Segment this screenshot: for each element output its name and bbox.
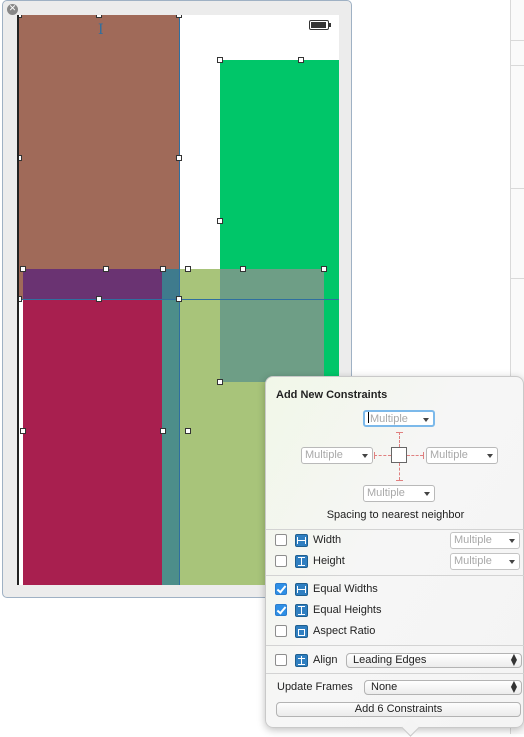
aspect-ratio-row: Aspect Ratio [275, 622, 375, 640]
height-value: Multiple [454, 555, 492, 567]
add-constraints-popover: Add New Constraints Multiple Multiple Mu… [265, 376, 524, 728]
resize-handle[interactable] [20, 428, 26, 434]
left-spacing-value: Multiple [305, 449, 343, 461]
top-spacing-value: Multiple [370, 413, 408, 425]
brown-crimson-overlap [23, 269, 163, 299]
update-frames-label: Update Frames [277, 681, 353, 693]
height-row: Height [275, 552, 345, 570]
equal-heights-label: Equal Heights [313, 604, 382, 616]
height-label: Height [313, 555, 345, 567]
top-spacing-field[interactable]: Multiple [363, 410, 435, 427]
text-caret [368, 412, 369, 423]
triple-overlap [162, 269, 179, 299]
align-value: Leading Edges [353, 654, 427, 666]
chevron-down-icon [509, 539, 515, 543]
brown-view[interactable] [19, 15, 179, 299]
text-cursor-icon: I [98, 22, 104, 38]
height-checkbox[interactable] [275, 555, 287, 567]
resize-handle[interactable] [185, 428, 191, 434]
resize-handle[interactable] [19, 15, 22, 18]
chevron-down-icon [424, 492, 430, 496]
updown-arrows-icon: ▲ ▼ [510, 652, 517, 667]
align-icon [295, 653, 308, 667]
separator [266, 575, 524, 576]
top-spacing-strut[interactable] [399, 432, 400, 447]
width-value-field[interactable]: Multiple [450, 532, 520, 549]
crimson-view[interactable] [23, 269, 163, 585]
resize-handle[interactable] [160, 266, 166, 272]
resize-handle[interactable] [185, 266, 191, 272]
bottom-spacing-field[interactable]: Multiple [363, 485, 435, 502]
left-spacing-strut[interactable] [374, 455, 391, 456]
resize-handle[interactable] [217, 218, 223, 224]
aspect-ratio-label: Aspect Ratio [313, 625, 376, 637]
width-checkbox[interactable] [275, 534, 287, 546]
equal-widths-checkbox[interactable] [275, 583, 287, 595]
chevron-down-icon [423, 418, 429, 422]
separator [266, 645, 524, 646]
resize-handle[interactable] [321, 266, 327, 272]
resize-handle[interactable] [20, 266, 26, 272]
resize-handle[interactable] [298, 57, 304, 63]
equal-heights-checkbox[interactable] [275, 604, 287, 616]
add-constraints-button[interactable]: Add 6 Constraints [276, 702, 521, 717]
crimson-olive-overlap [162, 269, 179, 585]
right-strut-cap [423, 452, 424, 459]
gutter-divider [511, 40, 524, 41]
height-constraint-icon [295, 554, 308, 568]
separator [266, 673, 524, 674]
bottom-spacing-value: Multiple [367, 487, 405, 499]
right-spacing-value: Multiple [430, 449, 468, 461]
resize-handle[interactable] [240, 266, 246, 272]
update-frames-popup[interactable]: None ▲ ▼ [364, 680, 522, 695]
gutter-divider [511, 188, 524, 189]
aspect-ratio-icon [295, 624, 308, 638]
aspect-ratio-checkbox[interactable] [275, 625, 287, 637]
equal-heights-row: Equal Heights [275, 601, 382, 619]
chevron-down-icon [487, 454, 493, 458]
resize-handle[interactable] [19, 155, 22, 161]
resize-handle[interactable] [176, 296, 182, 302]
resize-handle[interactable] [176, 155, 182, 161]
updown-arrows-icon: ▲ ▼ [510, 679, 517, 694]
align-row: Align [275, 651, 337, 669]
update-frames-value: None [371, 681, 398, 693]
chevron-down-icon [362, 454, 368, 458]
bottom-strut-cap [396, 480, 403, 481]
resize-handle[interactable] [160, 428, 166, 434]
green-olive-overlap [220, 269, 324, 382]
align-checkbox[interactable] [275, 654, 287, 666]
resize-handle[interactable] [176, 15, 182, 18]
width-row: Width [275, 531, 341, 549]
separator [266, 529, 524, 530]
battery-icon [309, 20, 331, 30]
close-scene-icon[interactable]: ✕ [7, 4, 18, 15]
height-value-field[interactable]: Multiple [450, 553, 520, 570]
width-constraint-icon [295, 533, 308, 547]
align-label: Align [313, 654, 338, 666]
resize-handle[interactable] [96, 15, 102, 18]
equal-heights-icon [295, 603, 308, 617]
resize-handle[interactable] [19, 296, 22, 302]
resize-handle[interactable] [103, 266, 109, 272]
resize-handle[interactable] [96, 296, 102, 302]
chevron-down-icon [509, 560, 515, 564]
bottom-spacing-strut[interactable] [399, 463, 400, 480]
equal-widths-label: Equal Widths [313, 583, 378, 595]
gutter-divider [511, 65, 524, 66]
left-spacing-field[interactable]: Multiple [301, 447, 373, 464]
width-value: Multiple [454, 534, 492, 546]
right-spacing-field[interactable]: Multiple [426, 447, 498, 464]
resize-handle[interactable] [217, 57, 223, 63]
right-spacing-strut[interactable] [407, 455, 423, 456]
selected-view-square [391, 447, 407, 463]
resize-handle[interactable] [217, 379, 223, 385]
equal-widths-row: Equal Widths [275, 580, 378, 598]
width-label: Width [313, 534, 342, 546]
spacing-caption: Spacing to nearest neighbor [326, 509, 465, 521]
gutter-divider [511, 278, 524, 279]
popover-title: Add New Constraints [276, 389, 388, 401]
align-popup[interactable]: Leading Edges ▲ ▼ [346, 653, 522, 668]
equal-widths-icon [295, 582, 308, 596]
